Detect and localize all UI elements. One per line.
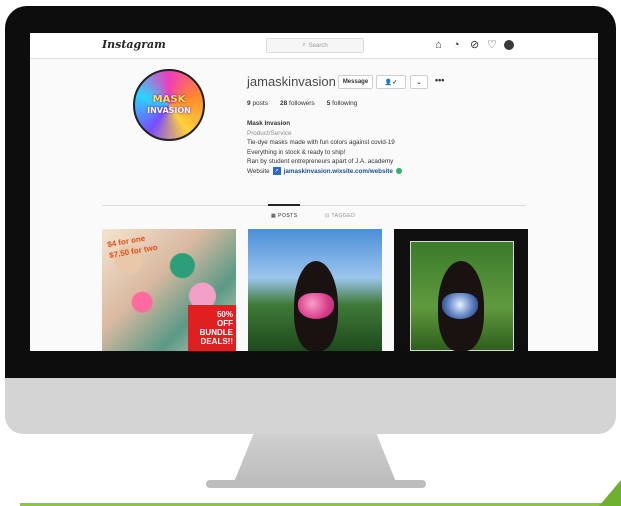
search-placeholder: Search [308,42,328,49]
suggested-dropdown-button[interactable]: ⌄ [410,75,428,89]
search-icon: ⌕ [302,42,306,48]
post-thumbnail-1[interactable]: $4 for one $7.50 for two 50% OFF BUNDLE … [102,229,236,351]
monitor-chin [5,378,616,434]
post-thumbnail-3[interactable] [394,229,528,351]
profile-stats: 9 posts 28 followers 5 following [247,100,357,107]
search-input[interactable]: ⌕ Search [266,38,364,53]
profile-bio: Mask Invasion Product/Service Tie-dye ma… [247,119,402,176]
profile-avatar-icon[interactable] [504,40,514,50]
more-options-icon[interactable]: ••• [435,75,444,85]
website-label: Website [247,167,270,175]
verified-check-icon [395,168,402,175]
message-button[interactable]: Message [338,75,373,89]
avatar-text-bottom: INVASION [147,106,191,115]
stat-following[interactable]: 5 following [327,100,358,107]
stat-followers[interactable]: 28 followers [280,100,315,107]
profile-username: jamaskinvasion [247,74,336,89]
avatar-text-top: MASK [152,94,186,105]
monitor-stand-neck [234,434,396,482]
tab-tagged[interactable]: ⊡ TAGGED [325,213,355,219]
explore-icon[interactable]: ⊘ [470,39,479,51]
bio-line-1: Tie-dye masks made with fun colors again… [247,139,395,146]
bio-line-2: Everything in stock & ready to ship! [247,148,346,156]
following-button[interactable]: 👤✓ [376,75,406,89]
active-tab-indicator [268,204,300,206]
blue-mask [442,293,478,319]
bio-name: Mask Invasion [247,120,291,127]
instagram-logo[interactable]: Instagram [102,38,166,51]
link-icon: ↗ [272,167,281,176]
monitor-stand-base [206,480,426,488]
heart-icon[interactable]: ♡ [487,39,497,51]
messenger-icon[interactable]: ◔ [453,39,460,51]
screen: Instagram ⌕ Search ⌂ ◔ ⊘ ♡ MASK INVASION… [30,33,598,351]
pink-mask [298,293,334,319]
post-thumbnail-2[interactable] [248,229,382,351]
top-nav-bar: Instagram ⌕ Search ⌂ ◔ ⊘ ♡ [30,33,598,59]
website-link[interactable]: jamaskinvasion.wixsite.com/website [284,167,393,177]
tabs-divider [102,205,526,206]
bio-category: Product/Service [247,129,292,137]
chevron-down-icon: ⌄ [416,79,422,86]
profile-avatar[interactable]: MASK INVASION [133,69,205,141]
home-icon[interactable]: ⌂ [435,39,442,51]
bio-line-3: Ran by student entrepreneurs apart of J.… [247,158,394,165]
bio-website-row: Website ↗ jamaskinvasion.wixsite.com/web… [247,167,402,177]
post-promo-text: $4 for one $7.50 for two [106,233,159,261]
stat-posts: 9 posts [247,100,268,107]
post-sale-banner: 50% OFF BUNDLE DEALS!! [188,305,236,351]
person-check-icon: 👤✓ [384,79,398,86]
tab-posts[interactable]: ▦ POSTS [271,213,298,219]
